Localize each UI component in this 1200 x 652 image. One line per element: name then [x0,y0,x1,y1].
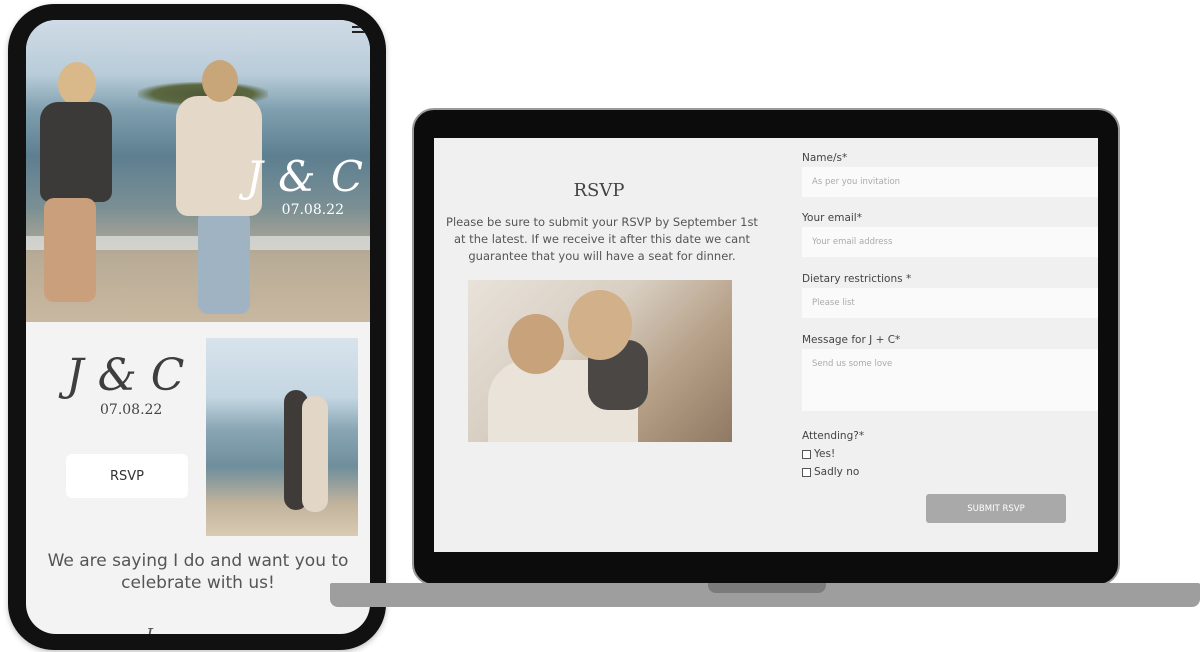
hero-monogram: J & C [245,152,364,201]
option-yes[interactable]: Yes! [802,448,835,460]
person-right-legs [198,210,250,314]
email-field[interactable]: Your email address [802,227,1098,257]
checkbox-yes[interactable] [802,449,811,459]
laptop-notch [708,583,826,593]
message-label: Message for J + C* [802,334,901,346]
person-left-body [40,102,112,202]
dietary-field[interactable]: Please list [802,288,1098,318]
name-field[interactable]: As per you invitation [802,167,1098,197]
attending-label: Attending?* [802,430,865,442]
checkbox-no[interactable] [802,467,811,477]
photo-shape-head-right [568,290,632,360]
phone-device: J & C 07.08.22 J & C 07.08.22 RSVP We ar… [8,4,386,650]
phone-screen: J & C 07.08.22 J & C 07.08.22 RSVP We ar… [26,20,370,634]
rsvp-instructions: Please be sure to submit your RSVP by Se… [446,215,758,263]
beach-couple-photo [206,338,358,536]
person-left-legs [44,198,96,302]
hero-photo: J & C 07.08.22 [26,20,370,322]
dietary-label: Dietary restrictions * [802,273,912,285]
laptop-screen: RSVP Please be sure to submit your RSVP … [434,138,1098,552]
photo-shape-head-left [508,314,564,374]
option-no[interactable]: Sadly no [802,466,859,478]
rsvp-title: RSVP [573,180,625,201]
couple-photo [468,280,732,442]
tagline: We are saying I do and want you to celeb… [47,551,349,593]
rsvp-button[interactable]: RSVP [66,454,188,498]
wedding-date: 07.08.22 [100,402,163,418]
hamburger-icon[interactable] [352,26,368,38]
photo-figure-right [302,396,328,512]
option-yes-label: Yes! [814,448,836,460]
message-field[interactable]: Send us some love [802,349,1098,411]
monogram: J & C [66,350,185,401]
cutoff-heading: I [146,625,246,634]
name-label: Name/s* [802,152,848,164]
person-right-head [202,60,238,102]
email-label: Your email* [802,212,862,224]
hero-date: 07.08.22 [281,202,344,218]
option-no-label: Sadly no [814,466,860,478]
person-left-head [58,62,96,106]
submit-rsvp-button[interactable]: SUBMIT RSVP [926,494,1066,523]
